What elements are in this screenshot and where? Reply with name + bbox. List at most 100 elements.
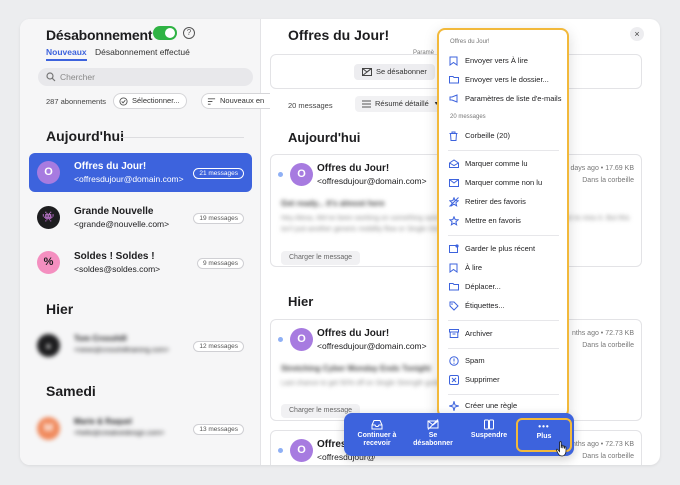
- unread-dot: [278, 448, 283, 453]
- more-dots-icon: •••: [538, 422, 550, 431]
- message-count: 20 messages: [288, 101, 333, 110]
- divider: [120, 137, 244, 138]
- search-icon: [46, 72, 56, 82]
- unread-dot: [278, 337, 283, 342]
- menu-item-favorite[interactable]: Mettre en favoris: [448, 214, 561, 228]
- sender-name: Offres du Jour!: [74, 161, 147, 172]
- check-circle-icon: [119, 97, 128, 106]
- tag-icon: [449, 301, 459, 311]
- divider: [448, 150, 559, 151]
- help-icon[interactable]: ?: [183, 27, 195, 39]
- select-button[interactable]: Sélectionner...: [113, 93, 187, 109]
- sender-email: <soldes@soldes.com>: [74, 264, 161, 274]
- pause-icon: [484, 419, 494, 430]
- message-sender: Offres du Jour!: [317, 328, 390, 339]
- suspend-button[interactable]: Suspendre: [464, 419, 514, 440]
- more-actions-menu: Offres du Jour! Envoyer vers À lire Envo…: [437, 28, 569, 418]
- avatar: 👾: [37, 206, 60, 229]
- sender-email: <grande@nouvelle.com>: [74, 219, 170, 229]
- menu-item-unfavorite[interactable]: Retirer des favoris: [448, 195, 561, 209]
- menu-item-keep-newest[interactable]: Garder le plus récent: [448, 242, 561, 256]
- trash-status: Dans la corbeille: [582, 453, 634, 460]
- sender-item[interactable]: O Offres du Jour! <offresdujour@domain.c…: [29, 153, 252, 192]
- trash-icon: [449, 131, 458, 141]
- avatar: O: [290, 439, 313, 462]
- group-yesterday: Hier: [288, 294, 314, 309]
- divider: [448, 394, 559, 395]
- group-today: Aujourd'hui: [46, 128, 124, 144]
- close-icon[interactable]: ×: [630, 27, 644, 41]
- menu-header: Offres du Jour!: [450, 39, 490, 45]
- menu-item-archive[interactable]: Archiver: [448, 327, 561, 341]
- message-meta: days ago • 17.69 KB: [570, 165, 634, 172]
- message-sender: Offres du Jour!: [317, 163, 390, 174]
- sender-name: Tom Crosshill: [74, 334, 127, 343]
- unsubscribe-action-button[interactable]: Se désabonner: [408, 419, 458, 448]
- sender-item[interactable]: % Soldes ! Soldes ! <soldes@soldes.com> …: [29, 243, 252, 282]
- tab-new[interactable]: Nouveaux: [46, 47, 87, 61]
- continue-receiving-button[interactable]: Continuer à recevoir: [352, 419, 402, 448]
- archive-icon: [449, 329, 459, 338]
- menu-item-list-settings[interactable]: Paramètres de liste d'e-mails: [448, 92, 561, 106]
- sender-email: <hello@creativedesign.com>: [74, 430, 165, 437]
- message-meta: nths ago • 72.73 KB: [572, 441, 634, 448]
- folder-icon: [449, 283, 459, 291]
- mail-off-icon: [362, 68, 372, 76]
- avatar: O: [37, 161, 60, 184]
- megaphone-icon: [449, 94, 458, 103]
- sender-name: Marie & Raquel: [74, 417, 132, 426]
- menu-item-move[interactable]: Déplacer...: [448, 280, 561, 294]
- message-count-badge: 21 messages: [193, 168, 244, 179]
- pointer-cursor-icon: [556, 441, 567, 457]
- menu-item-create-rule[interactable]: Créer une règle: [448, 399, 561, 413]
- divider: [448, 235, 559, 236]
- sender-name: Soldes ! Soldes !: [74, 251, 155, 262]
- search-input[interactable]: Chercher: [38, 68, 253, 86]
- unsubscribe-button[interactable]: Se désabonner: [354, 64, 435, 80]
- group-saturday: Samedi: [46, 383, 96, 399]
- unsubscribe-toggle[interactable]: [153, 26, 177, 40]
- mail-off-icon: [427, 419, 439, 430]
- load-message-button[interactable]: Charger le message: [281, 251, 361, 265]
- sort-newest-button[interactable]: Nouveaux en: [201, 93, 271, 109]
- menu-item-to-read[interactable]: À lire: [448, 261, 561, 275]
- mail-icon: [449, 179, 459, 187]
- sender-email: <offresdujour@domain.com>: [74, 174, 184, 184]
- message-count-badge: 9 messages: [196, 258, 244, 269]
- star-off-icon: [449, 197, 459, 207]
- menu-item-mark-unread[interactable]: Marquer comme non lu: [448, 176, 561, 190]
- trash-status: Dans la corbeille: [582, 177, 634, 184]
- settings-label: Paramè: [413, 50, 435, 56]
- delete-icon: [449, 375, 459, 385]
- bookmark-icon: [449, 263, 458, 273]
- sender-item[interactable]: 👾 Grande Nouvelle <grande@nouvelle.com> …: [29, 198, 252, 237]
- sender-item[interactable]: ▲ Tom Crosshill <news@crosshilltraining.…: [29, 326, 252, 365]
- bulk-action-bar: Continuer à recevoir Se désabonner Suspend…: [344, 413, 574, 456]
- sender-item[interactable]: M Marie & Raquel <hello@creativedesign.c…: [29, 409, 252, 448]
- message-meta: nths ago • 72.73 KB: [572, 330, 634, 337]
- menu-item-send-to-read[interactable]: Envoyer vers À lire: [448, 54, 561, 68]
- menu-item-mark-read[interactable]: Marquer comme lu: [448, 157, 561, 171]
- avatar: O: [290, 328, 313, 351]
- sort-icon: [207, 98, 216, 105]
- trash-status: Dans la corbeille: [582, 342, 634, 349]
- menu-item-send-to-folder[interactable]: Envoyer vers le dossier...: [448, 73, 561, 87]
- message-count-badge: 12 messages: [193, 341, 244, 352]
- sender-name: Grande Nouvelle: [74, 206, 154, 217]
- menu-item-labels[interactable]: Étiquettes...: [448, 299, 561, 313]
- message-count-badge: 19 messages: [193, 213, 244, 224]
- avatar: %: [37, 251, 60, 274]
- menu-item-spam[interactable]: Spam: [448, 354, 561, 368]
- menu-item-trash[interactable]: Corbeille (20): [448, 129, 561, 143]
- folder-icon: [449, 76, 459, 84]
- search-placeholder: Chercher: [60, 72, 95, 82]
- sender-email: <news@crosshilltraining.com>: [74, 347, 170, 354]
- tab-unsubscribed[interactable]: Désabonnement effectué: [95, 47, 190, 57]
- avatar: O: [290, 163, 313, 186]
- alert-icon: [449, 356, 459, 366]
- unread-dot: [278, 172, 283, 177]
- view-mode-dropdown[interactable]: Résumé détaillé ▾: [355, 96, 443, 112]
- menu-item-delete[interactable]: Supprimer: [448, 373, 561, 387]
- message-email: <offresdujour@domain.com>: [317, 341, 427, 351]
- sidebar-title: Désabonnement: [46, 27, 153, 43]
